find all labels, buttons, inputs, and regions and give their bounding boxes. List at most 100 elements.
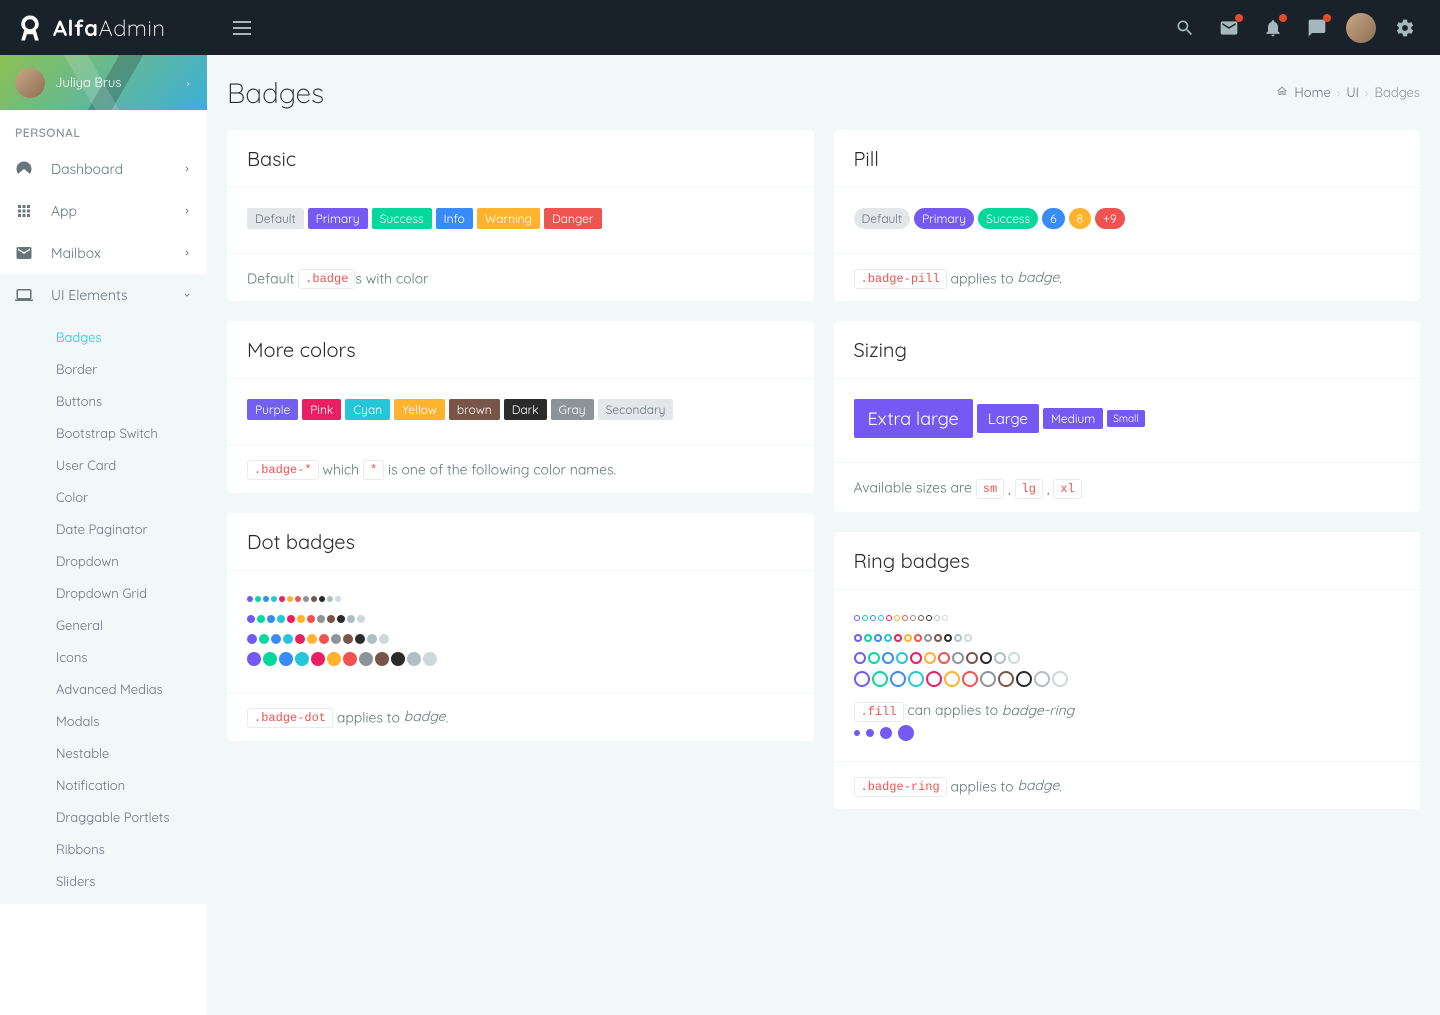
sidebar-sub-item[interactable]: Ribbons (0, 834, 207, 866)
user-menu[interactable] (1341, 8, 1381, 48)
badge-dot (327, 615, 335, 623)
sidebar-item-app[interactable]: App (0, 190, 207, 232)
badge-ring (872, 671, 888, 687)
sidebar-sub-item[interactable]: General (0, 610, 207, 642)
sidebar-sub-item[interactable]: Advanced Medias (0, 674, 207, 706)
badge-dot (279, 652, 293, 666)
sidebar-item-dashboard[interactable]: Dashboard (0, 148, 207, 190)
code: * (363, 460, 384, 480)
sidebar-sub-item[interactable]: Dropdown Grid (0, 578, 207, 610)
chat-icon[interactable] (1297, 8, 1337, 48)
search-icon[interactable] (1165, 8, 1205, 48)
badge-dot (375, 652, 389, 666)
page-title: Badges (227, 75, 324, 110)
badge-dot (287, 615, 295, 623)
badge-ring (980, 652, 992, 664)
badge-ring (1016, 671, 1032, 687)
card-basic: Basic DefaultPrimarySuccessInfoWarningDa… (227, 130, 814, 301)
sidebar-sub-item[interactable]: Sliders (0, 866, 207, 898)
badge-dot (295, 634, 305, 644)
sidebar-subnav: BadgesBorderButtonsBootstrap SwitchUser … (0, 316, 207, 904)
card-ring: Ring badges .fill can applies to badge-r… (834, 532, 1421, 809)
chevron-right-icon (182, 202, 192, 220)
badge-ring (966, 652, 978, 664)
brand-text: AlfaAdmin (53, 14, 166, 42)
code: xl (1053, 479, 1081, 499)
topbar: AlfaAdmin (0, 0, 1440, 55)
sidebar-sub-item[interactable]: Border (0, 354, 207, 386)
topbar-nav (207, 0, 1440, 55)
badge-dot (247, 615, 255, 623)
badge-pill: Success (978, 208, 1038, 229)
code: .badge-dot (247, 708, 333, 728)
card-sizing: Sizing Extra largeLargeMediumSmall Avail… (834, 321, 1421, 511)
badge-ring (980, 671, 996, 687)
sidebar-sub-item[interactable]: Buttons (0, 386, 207, 418)
badge-dot (357, 615, 365, 623)
breadcrumb: Home › UI › Badges (1276, 85, 1420, 101)
sidebar-sub-item[interactable]: Badges (0, 322, 207, 354)
chevron-right-icon (182, 160, 192, 178)
sidebar-sub-item[interactable]: Color (0, 482, 207, 514)
badge-dot (263, 596, 269, 602)
nav-label: Mailbox (51, 244, 101, 262)
nav-label: App (51, 202, 77, 220)
badge: Primary (308, 208, 368, 229)
chevron-down-icon (182, 286, 192, 304)
code: lg (1015, 479, 1043, 499)
badge-ring (934, 615, 940, 621)
card-dot: Dot badges .badge-dot applies to badge. (227, 513, 814, 741)
laptop-icon (15, 286, 39, 304)
sidebar-sub-item[interactable]: Modals (0, 706, 207, 738)
brand-link[interactable]: AlfaAdmin (0, 0, 207, 55)
ring-row (854, 610, 1401, 624)
sidebar-sub-item[interactable]: Notification (0, 770, 207, 802)
badge-ring (908, 671, 924, 687)
badge-ring (890, 671, 906, 687)
badge-ring (854, 615, 860, 621)
badge-ring-fill (866, 729, 874, 737)
sidebar-sub-item[interactable]: Draggable Portlets (0, 802, 207, 834)
badge-sized: Large (977, 404, 1039, 433)
mail-icon[interactable] (1209, 8, 1249, 48)
badge-ring (1052, 671, 1068, 687)
badge-sized: Extra large (854, 399, 973, 438)
avatar (15, 68, 45, 98)
dot-row (247, 631, 794, 645)
chevron-right-icon (182, 244, 192, 262)
badge-dot (391, 652, 405, 666)
badge-ring (854, 634, 862, 642)
card-footer: Default .badges with color (227, 253, 814, 301)
sidebar-sub-item[interactable]: User Card (0, 450, 207, 482)
breadcrumb-home[interactable]: Home (1294, 85, 1330, 101)
badge-dot (295, 596, 301, 602)
badge-ring (904, 634, 912, 642)
sidebar-user[interactable]: Juliya Brus (0, 55, 207, 110)
sidebar-item-ui-elements[interactable]: UI Elements (0, 274, 207, 316)
badge-dot (379, 634, 389, 644)
settings-icon[interactable] (1385, 8, 1425, 48)
sidebar-sub-item[interactable]: Nestable (0, 738, 207, 770)
badge: Dark (504, 399, 547, 420)
badge-ring (864, 634, 872, 642)
sidebar-sub-item[interactable]: Dropdown (0, 546, 207, 578)
badge-dot (279, 596, 285, 602)
sidebar-sub-item[interactable]: Date Paginator (0, 514, 207, 546)
ring-row (854, 650, 1401, 664)
badge-dot (367, 634, 377, 644)
badge-dot (319, 634, 329, 644)
breadcrumb-ui[interactable]: UI (1346, 85, 1359, 101)
badge-dot (423, 652, 437, 666)
sidebar-toggle[interactable] (222, 8, 262, 48)
badge-dot (331, 634, 341, 644)
sidebar-sub-item[interactable]: Icons (0, 642, 207, 674)
sidebar-item-mailbox[interactable]: Mailbox (0, 232, 207, 274)
badge-ring (884, 634, 892, 642)
bell-icon[interactable] (1253, 8, 1293, 48)
dashboard-icon (15, 160, 39, 178)
badge-dot (267, 615, 275, 623)
sidebar: Juliya Brus PERSONAL Dashboard App Mailb… (0, 55, 207, 1015)
badge-dot (287, 596, 293, 602)
badge-pill: Primary (914, 208, 974, 229)
sidebar-sub-item[interactable]: Bootstrap Switch (0, 418, 207, 450)
